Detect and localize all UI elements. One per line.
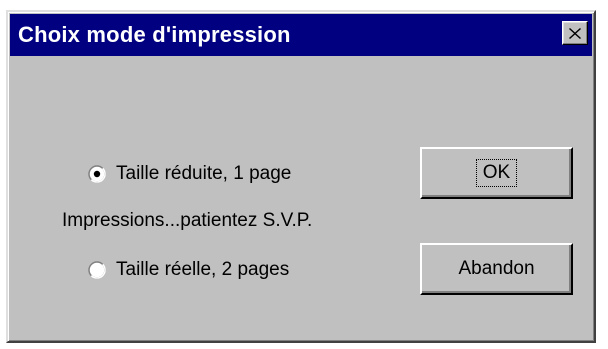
title-bar[interactable]: Choix mode d'impression	[10, 14, 592, 56]
radio-selected-icon[interactable]	[88, 165, 106, 183]
radio-label-reduced-size: Taille réduite, 1 page	[116, 163, 292, 184]
close-icon	[569, 27, 581, 39]
radio-label-real-size: Taille réelle, 2 pages	[116, 259, 290, 280]
radio-option-reduced-size[interactable]: Taille réduite, 1 page	[88, 163, 291, 185]
ok-button[interactable]: OK	[420, 147, 573, 199]
ok-button-label: OK	[475, 159, 518, 187]
cancel-button[interactable]: Abandon	[420, 243, 573, 295]
radio-unselected-icon[interactable]	[88, 261, 106, 279]
printing-status-text: Impressions...patientez S.V.P.	[62, 210, 313, 231]
close-button[interactable]	[562, 21, 588, 45]
print-mode-dialog: Choix mode d'impression Taille réduite, …	[6, 10, 596, 343]
cancel-button-label: Abandon	[458, 258, 535, 279]
dialog-title: Choix mode d'impression	[18, 22, 291, 47]
radio-option-real-size[interactable]: Taille réelle, 2 pages	[88, 259, 289, 281]
